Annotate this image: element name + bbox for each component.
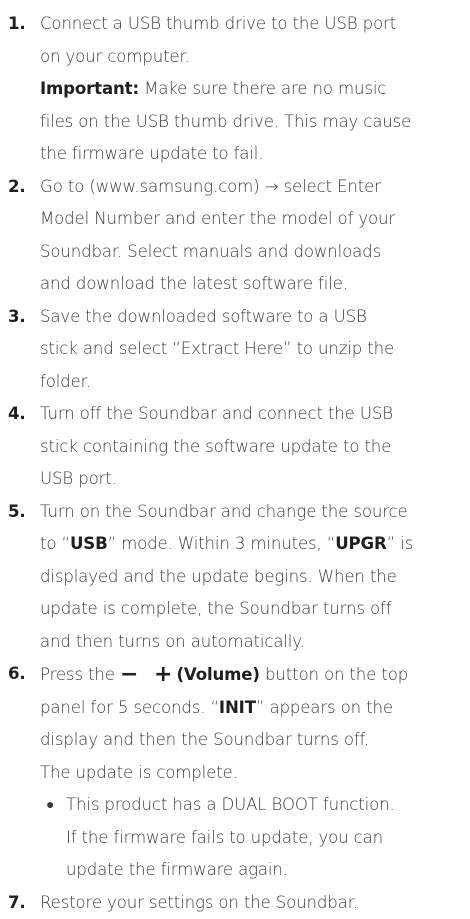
step-number: 1.	[8, 14, 26, 33]
bullet-text-line: This product has a DUAL BOOT function.	[66, 795, 395, 814]
volume-minus-plus-icon: − +	[119, 662, 177, 687]
important-label: Important:	[40, 79, 139, 98]
step-text-line: update is complete, the Soundbar turns o…	[40, 599, 392, 618]
step-text-line: and then turns on automatically.	[40, 631, 305, 651]
step-1: 1. Connect a USB thumb drive to the USB …	[0, 8, 470, 171]
text-fragment: ” mode. Within 3 minutes, “	[107, 534, 336, 553]
important-note-line: files on the USB thumb drive. This may c…	[40, 111, 412, 131]
step-number: 7.	[8, 892, 26, 912]
step-text-line: panel for 5 seconds. “INIT” appears on t…	[40, 692, 466, 725]
step-text-line: stick and select “Extract Here” to unzip…	[40, 339, 395, 358]
step-text-line: Save the downloaded software to a USB	[40, 306, 367, 326]
step-3: 3. Save the downloaded software to a USB…	[0, 301, 470, 399]
init-display-label: INIT	[218, 697, 256, 717]
step-text-line: to “USB” mode. Within 3 minutes, “UPGR” …	[40, 528, 466, 561]
text-fragment: button on the top	[259, 665, 409, 684]
step-5: 5. Turn on the Soundbar and change the s…	[0, 496, 470, 659]
bullet-text-line: If the firmware fails to update, you can	[66, 827, 384, 847]
step-4: 4. Turn off the Soundbar and connect the…	[0, 398, 470, 496]
step-text-line: Turn on the Soundbar and change the sour…	[40, 501, 408, 521]
bullet-text-line: update the firmware again.	[66, 860, 288, 879]
step-number: 4.	[8, 404, 26, 423]
text-fragment: panel for 5 seconds. “	[40, 697, 219, 717]
step-text-line: Turn off the Soundbar and connect the US…	[40, 404, 393, 423]
step-text-line: and download the latest software file.	[40, 274, 348, 293]
step-text-line: on your computer.	[40, 46, 190, 66]
text-fragment: Press the	[40, 665, 120, 684]
step-text-line: Restore your settings on the Soundbar.	[40, 892, 358, 912]
step-text-line: Soundbar. Select manuals and downloads	[40, 241, 382, 261]
step-number: 3.	[8, 306, 26, 326]
step-text-line: Connect a USB thumb drive to the USB por…	[40, 14, 397, 33]
usb-mode-label: USB	[69, 534, 108, 553]
step-text-line: displayed and the update begins. When th…	[40, 566, 397, 586]
step-7: 7. Restore your settings on the Soundbar…	[0, 887, 470, 919]
step-text-line: display and then the Soundbar turns off.	[40, 730, 370, 749]
step-6: 6. Press the − +(Volume) button on the t…	[0, 658, 470, 887]
step-number: 2.	[8, 176, 26, 196]
volume-label: (Volume)	[176, 665, 261, 684]
step-text-line: Model Number and enter the model of your	[40, 209, 396, 228]
step-number: 6.	[8, 664, 26, 683]
step-text-line: The update is complete.	[40, 762, 238, 782]
step-text-line: stick containing the software update to …	[40, 436, 392, 456]
step-text-line: Go to (www.samsung.com) → select Enter	[40, 176, 381, 196]
bullet-dot-icon: ●	[46, 797, 55, 813]
text-fragment: ” appears on the	[255, 697, 393, 717]
step-text-line: USB port.	[40, 469, 117, 488]
bullet-note: ● This product has a DUAL BOOT function.…	[42, 789, 466, 887]
step-text-line: Press the − +(Volume) button on the top	[40, 658, 466, 692]
important-note-line: the firmware update to fail.	[40, 144, 264, 163]
step-number: 5.	[8, 501, 26, 521]
step-text-line: folder.	[40, 371, 91, 391]
text-fragment: ” is	[386, 534, 414, 553]
upgr-display-label: UPGR	[335, 534, 387, 553]
step-2: 2. Go to (www.samsung.com) → select Ente…	[0, 171, 470, 301]
important-note-line: Important: Make sure there are no music	[40, 73, 466, 106]
important-text: Make sure there are no music	[144, 79, 387, 98]
text-fragment: to “	[40, 534, 70, 553]
instruction-page: 1. Connect a USB thumb drive to the USB …	[0, 0, 470, 919]
